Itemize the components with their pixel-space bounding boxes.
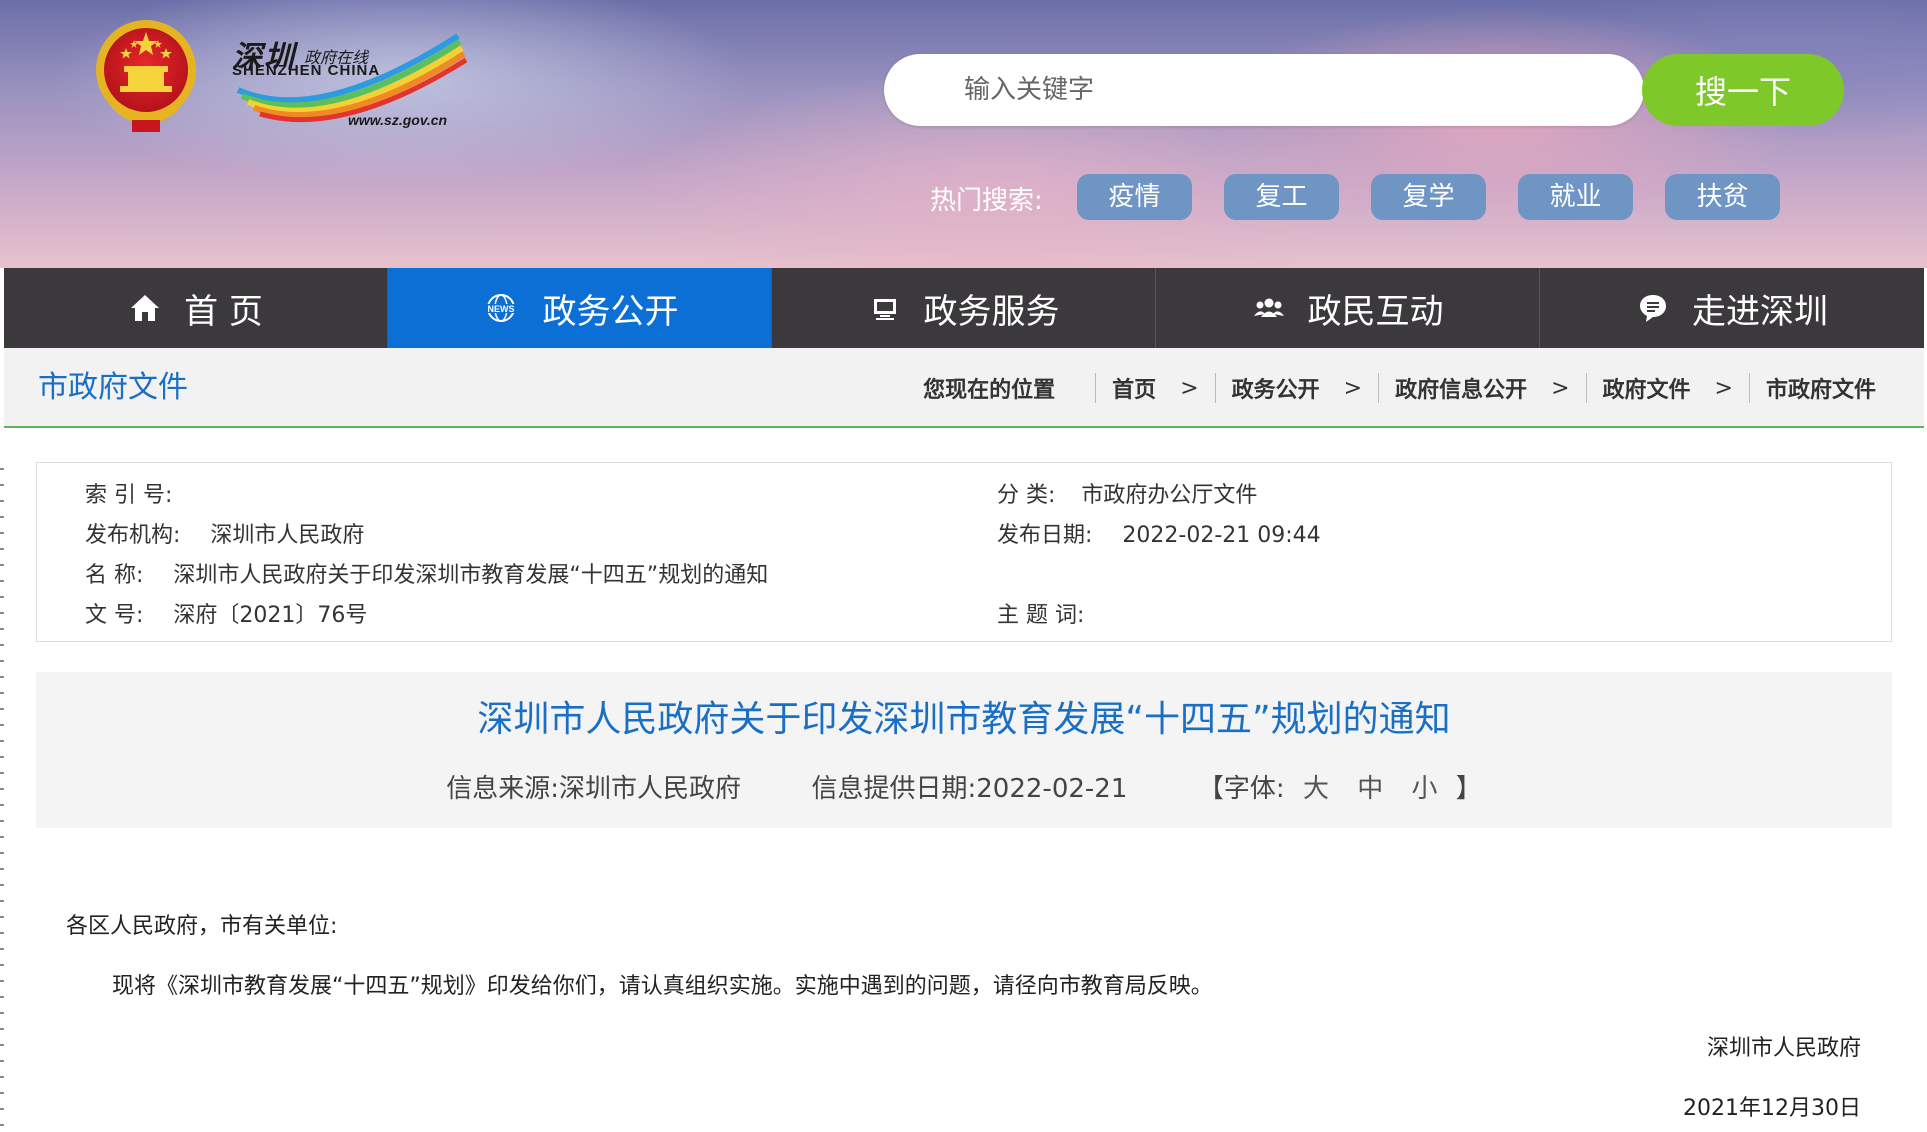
info-category: 分 类: 市政府办公厅文件 xyxy=(997,477,1257,509)
article-meta: 信息来源:深圳市人民政府 信息提供日期:2022-02-21 【字体: 大 中 … xyxy=(36,768,1892,805)
breadcrumb-here-label: 您现在的位置 xyxy=(923,378,1056,403)
info-label: 索 引 号: xyxy=(85,483,173,508)
info-doc-no: 文 号: 深府〔2021〕76号 xyxy=(85,597,367,629)
breadcrumb-gov-info-public[interactable]: 政府信息公开 xyxy=(1395,372,1527,404)
breadcrumb-divider xyxy=(1748,373,1750,403)
nav-item-label: 政民互动 xyxy=(1307,291,1444,332)
nav-item-home[interactable]: 首 页 xyxy=(4,268,388,348)
breadcrumb-divider xyxy=(1378,373,1380,403)
info-index-no: 索 引 号: xyxy=(85,477,202,509)
section-title: 市政府文件 xyxy=(38,370,188,405)
nav-item-about-shenzhen[interactable]: 走进深圳 xyxy=(1540,268,1924,348)
breadcrumb-city-gov-documents[interactable]: 市政府文件 xyxy=(1766,372,1876,404)
info-label: 分 类: xyxy=(997,483,1056,508)
search-input[interactable] xyxy=(964,54,1484,126)
hot-tag-resume-school[interactable]: 复学 xyxy=(1371,174,1486,220)
breadcrumb-divider xyxy=(1585,373,1587,403)
hot-tag-employment[interactable]: 就业 xyxy=(1518,174,1633,220)
svg-text:NEWS: NEWS xyxy=(487,304,514,314)
people-icon xyxy=(1253,298,1284,317)
breadcrumb-gov-documents[interactable]: 政府文件 xyxy=(1603,372,1691,404)
info-value: 市政府办公厅文件 xyxy=(1081,483,1258,508)
article-salutation: 各区人民政府，市有关单位: xyxy=(66,914,338,939)
monitor-icon xyxy=(873,299,896,320)
font-size-large-button[interactable]: 大 xyxy=(1303,774,1329,804)
font-size-small-button[interactable]: 小 xyxy=(1412,774,1438,804)
nav-item-interaction[interactable]: 政民互动 xyxy=(1156,268,1540,348)
info-value: 深圳市人民政府关于印发深圳市教育发展“十四五”规划的通知 xyxy=(173,563,769,588)
nav-item-gov-services[interactable]: 政务服务 xyxy=(772,268,1156,348)
logo-text-en: SHENZHEN CHINA xyxy=(232,62,381,79)
info-value: 深府〔2021〕76号 xyxy=(173,603,368,628)
hot-search-label: 热门搜索: xyxy=(930,186,1043,216)
hot-tag-poverty-relief[interactable]: 扶贫 xyxy=(1665,174,1780,220)
breadcrumb-arrow: > xyxy=(1551,375,1570,401)
article-signature: 深圳市人民政府 xyxy=(1706,1036,1861,1061)
national-emblem-icon xyxy=(96,20,196,132)
nav-item-label: 政务公开 xyxy=(542,291,679,332)
info-value: 2022-02-21 09:44 xyxy=(1122,523,1321,548)
breadcrumb-arrow: > xyxy=(1180,375,1199,401)
breadcrumb: 您现在的位置 首页 > 政务公开 > 政府信息公开 > 政府文件 > 市政府文件 xyxy=(923,348,1876,428)
nav-item-gov-affairs-public[interactable]: NEWS 政务公开 xyxy=(388,268,772,348)
date-value: 2022-02-21 xyxy=(976,774,1128,804)
site-logo[interactable]: 深圳 政府在线 SHENZHEN CHINA www.sz.gov.cn xyxy=(228,26,468,136)
source-label: 信息来源: xyxy=(446,774,559,804)
hot-tag-epidemic[interactable]: 疫情 xyxy=(1077,174,1192,220)
font-size-label-open: 【字体: xyxy=(1197,774,1285,804)
info-name: 名 称: 深圳市人民政府关于印发深圳市教育发展“十四五”规划的通知 xyxy=(85,557,768,589)
hot-tag-resume-work[interactable]: 复工 xyxy=(1224,174,1339,220)
search-button[interactable]: 搜一下 xyxy=(1642,54,1844,126)
breadcrumb-gov-affairs-public[interactable]: 政务公开 xyxy=(1232,372,1320,404)
home-icon xyxy=(131,295,160,321)
info-publish-date: 发布日期: 2022-02-21 09:44 xyxy=(997,517,1321,549)
info-label: 文 号: xyxy=(85,603,144,628)
nav-item-label: 走进深圳 xyxy=(1692,291,1828,332)
news-icon: NEWS xyxy=(482,294,519,322)
info-label: 发布日期: xyxy=(997,523,1093,548)
site-header: 深圳 政府在线 SHENZHEN CHINA www.sz.gov.cn 搜一下… xyxy=(0,0,1927,268)
info-label: 发布机构: xyxy=(85,523,181,548)
search-box xyxy=(884,54,1644,126)
logo-url: www.sz.gov.cn xyxy=(348,112,448,128)
page-left-edge xyxy=(0,468,4,1132)
article-sign-date: 2021年12月30日 xyxy=(1683,1096,1861,1121)
chat-bubble-icon xyxy=(1640,295,1666,322)
main-nav: 首 页 NEWS 政务公开 政务服务 政民互动 走进深圳 xyxy=(4,268,1924,348)
article-paragraph: 现将《深圳市教育发展“十四五”规划》印发给你们，请认真组织实施。实施中遇到的问题… xyxy=(112,974,1213,999)
breadcrumb-divider xyxy=(1214,373,1216,403)
info-label: 名 称: xyxy=(85,563,144,588)
document-info-table: 索 引 号: 分 类: 市政府办公厅文件 发布机构: 深圳市人民政府 发布日期: 20… xyxy=(36,462,1892,642)
breadcrumb-divider xyxy=(1095,373,1097,403)
font-size-label-close: 】 xyxy=(1455,774,1482,804)
breadcrumb-arrow: > xyxy=(1343,375,1363,401)
breadcrumb-bar: 市政府文件 您现在的位置 首页 > 政务公开 > 政府信息公开 > 政府文件 >… xyxy=(4,348,1924,428)
info-keywords: 主 题 词: xyxy=(997,597,1114,629)
date-label: 信息提供日期: xyxy=(811,774,977,804)
info-label: 主 题 词: xyxy=(997,603,1085,628)
info-publisher: 发布机构: 深圳市人民政府 xyxy=(85,517,364,549)
article-header: 深圳市人民政府关于印发深圳市教育发展“十四五”规划的通知 信息来源:深圳市人民政… xyxy=(36,672,1892,828)
article-title: 深圳市人民政府关于印发深圳市教育发展“十四五”规划的通知 xyxy=(477,699,1451,740)
nav-item-label: 首 页 xyxy=(184,291,263,332)
source-value: 深圳市人民政府 xyxy=(558,774,741,804)
nav-item-label: 政务服务 xyxy=(923,291,1060,332)
info-value: 深圳市人民政府 xyxy=(210,523,365,548)
breadcrumb-arrow: > xyxy=(1714,375,1733,401)
breadcrumb-home[interactable]: 首页 xyxy=(1112,372,1156,404)
font-size-medium-button[interactable]: 中 xyxy=(1357,774,1383,804)
